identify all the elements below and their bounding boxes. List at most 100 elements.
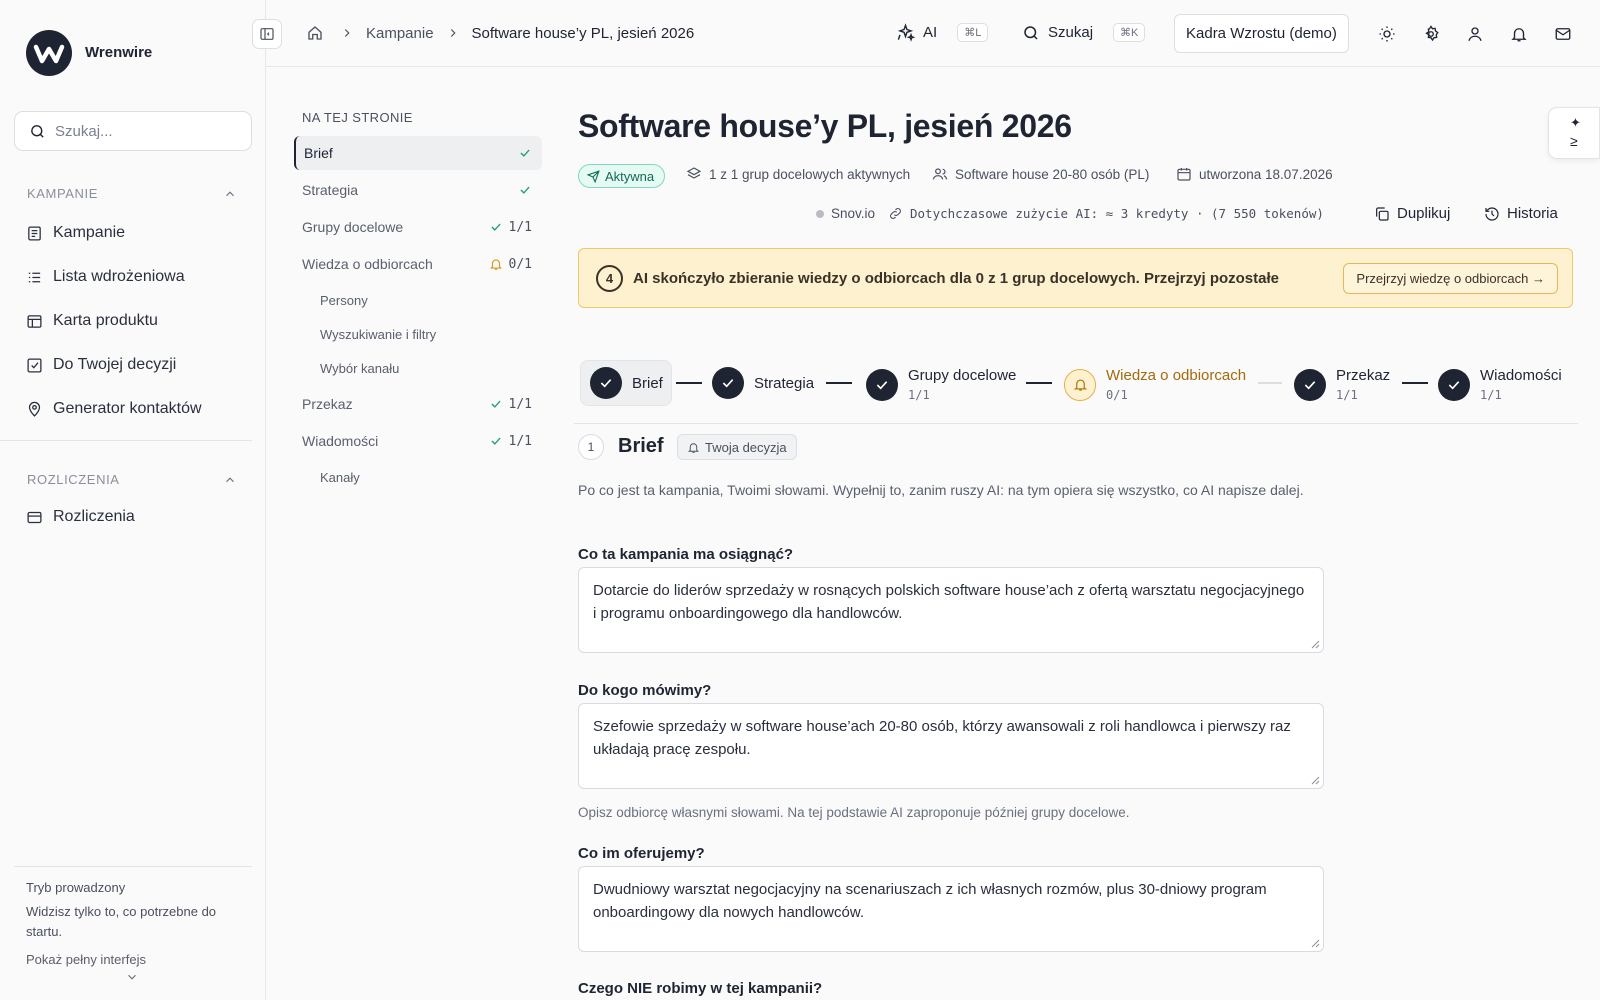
step-connector xyxy=(1026,382,1052,384)
meta-groups-text: 1 z 1 grup docelowych aktywnych xyxy=(709,166,911,182)
toc-status xyxy=(518,183,532,197)
mail-icon[interactable] xyxy=(1554,25,1572,43)
field-textarea[interactable]: Dotarcie do liderów sprzedaży w rosnącyc… xyxy=(578,567,1324,653)
step-count: 1/1 xyxy=(1480,388,1502,402)
sidebar-item-do-twojej-decyzji[interactable]: Do Twojej decyzji xyxy=(26,356,176,374)
resize-handle-icon[interactable] xyxy=(1310,775,1320,785)
toc-item[interactable]: Wybór kanału xyxy=(312,351,542,385)
toc-count: 0/1 xyxy=(508,256,532,272)
toc-item[interactable]: Grupy docelowe 1/1 xyxy=(294,210,542,244)
toc-item[interactable]: Strategia xyxy=(294,173,542,207)
step-count: 1/1 xyxy=(908,388,930,402)
ai-button[interactable]: AI ⌘L xyxy=(896,23,989,42)
chevron-right-icon xyxy=(344,29,350,37)
sidebar-toggle-icon xyxy=(260,28,274,40)
organization-switcher[interactable]: Kadra Wzrostu (demo) xyxy=(1174,14,1349,53)
step-connector xyxy=(1402,382,1428,384)
search-icon xyxy=(1024,25,1038,40)
toc-item[interactable]: Kanały xyxy=(312,460,542,494)
step-label: Strategia xyxy=(754,374,815,392)
link-icon xyxy=(890,208,901,219)
user-icon[interactable] xyxy=(1466,25,1484,43)
send-icon xyxy=(587,169,600,183)
ai-assistant-fab[interactable]: ✦ ≥ xyxy=(1548,107,1600,159)
step-circle xyxy=(866,368,898,401)
global-search-button[interactable]: Szukaj ⌘K xyxy=(1022,23,1146,42)
breadcrumb-kampanie[interactable]: Kampanie xyxy=(366,25,434,42)
meta-groups: 1 z 1 grup docelowych aktywnych xyxy=(686,166,910,182)
step-circle xyxy=(1294,368,1326,401)
check-icon xyxy=(1448,380,1460,389)
field-textarea[interactable]: Dwudniowy warsztat negocjacyjny na scena… xyxy=(578,866,1324,952)
breadcrumb: Kampanie Software house’y PL, jesień 202… xyxy=(306,24,694,42)
toc-count: 1/1 xyxy=(508,219,532,235)
sidebar: Wrenwire Szukaj... KAMPANIE Kampanie Lis… xyxy=(0,0,266,1000)
section-rozliczenia-header[interactable]: ROZLICZENIA xyxy=(27,472,237,487)
field-question: Co im oferujemy? xyxy=(578,845,705,862)
step-text: Wiedza o odbiorcach 0/1 xyxy=(1106,367,1246,402)
alert-text: AI skończyło zbieranie wiedzy o odbiorca… xyxy=(633,270,1279,287)
sidebar-item-generator-kontaktow[interactable]: Generator kontaktów xyxy=(26,400,202,418)
step-circle xyxy=(1064,368,1096,401)
sidebar-search-input[interactable]: Szukaj... xyxy=(14,111,252,151)
check-icon xyxy=(1304,380,1316,389)
check-icon xyxy=(520,186,530,194)
home-icon[interactable] xyxy=(306,24,324,42)
field-textarea[interactable]: Szefowie sprzedaży w software house’ach … xyxy=(578,703,1324,789)
sidebar-item-label: Lista wdrożeniowa xyxy=(53,268,185,285)
resize-handle-icon[interactable] xyxy=(1310,639,1320,649)
check-icon xyxy=(490,400,501,408)
collapse-sidebar-button[interactable] xyxy=(252,19,282,49)
gear-icon[interactable] xyxy=(1422,25,1440,43)
resize-handle-icon[interactable] xyxy=(1310,938,1320,948)
toc-item[interactable]: Brief xyxy=(294,136,542,170)
list-doc-icon xyxy=(28,225,41,241)
step-5[interactable]: Wiadomości 1/1 xyxy=(1438,367,1562,402)
step-0[interactable]: Brief xyxy=(590,367,663,399)
review-knowledge-button[interactable]: Przejrzyj wiedzę o odbiorcach → xyxy=(1343,263,1558,294)
step-1[interactable]: Strategia xyxy=(712,367,814,399)
sun-icon[interactable] xyxy=(1378,25,1396,43)
wrenwire-logo[interactable] xyxy=(26,30,72,76)
bell-icon[interactable] xyxy=(1510,25,1528,43)
toc-item[interactable]: Wyszukiwanie i filtry xyxy=(312,317,542,351)
check-icon xyxy=(490,223,501,231)
sidebar-item-karta-produktu[interactable]: Karta produktu xyxy=(26,312,158,330)
meta-segment: Software house 20-80 osób (PL) xyxy=(932,166,1149,182)
history-button[interactable]: Historia xyxy=(1484,205,1558,222)
ai-usage: Dotychczasowe zużycie AI: ≈ 3 kredyty · … xyxy=(888,206,1324,221)
duplicate-button[interactable]: Duplikuj xyxy=(1374,205,1450,222)
step-connector xyxy=(826,382,852,384)
step-3[interactable]: Wiedza o odbiorcach 0/1 xyxy=(1064,367,1246,402)
toc-item[interactable]: Przekaz 1/1 xyxy=(294,387,542,421)
step-circle xyxy=(590,367,622,399)
toc-status: 1/1 xyxy=(489,220,532,235)
section-kampanie-header[interactable]: KAMPANIE xyxy=(27,186,237,201)
sparkles-icon xyxy=(897,23,915,42)
field-value: Dwudniowy warsztat negocjacyjny na scena… xyxy=(593,881,1267,921)
layers-icon xyxy=(686,167,702,179)
meta-created-text: utworzona 18.07.2026 xyxy=(1199,166,1333,182)
show-full-interface-link[interactable]: Pokaż pełny interfejs xyxy=(26,950,246,970)
collapse-panel-icon: ≥ xyxy=(1570,133,1578,149)
sidebar-item-kampanie[interactable]: Kampanie xyxy=(26,224,125,242)
toc-item-label: Strategia xyxy=(302,182,359,198)
chevron-down-icon[interactable] xyxy=(125,970,139,984)
location-pin-icon xyxy=(28,401,41,417)
sidebar-item-lista-wdrozeniowa[interactable]: Lista wdrożeniowa xyxy=(26,268,185,286)
sidebar-item-rozliczenia[interactable]: Rozliczenia xyxy=(26,508,135,526)
sidebar-item-label: Rozliczenia xyxy=(53,508,135,525)
step-circle xyxy=(1438,368,1470,401)
step-4[interactable]: Przekaz 1/1 xyxy=(1294,367,1390,402)
toc-item-label: Wiadomości xyxy=(302,433,379,449)
toc-item[interactable]: Wiadomości 1/1 xyxy=(294,424,542,458)
step-label: Przekaz xyxy=(1336,367,1391,384)
toc-item[interactable]: Wiedza o odbiorcach 0/1 xyxy=(294,247,542,281)
toc-item[interactable]: Persony xyxy=(312,283,542,317)
step-connector xyxy=(1258,382,1282,384)
sidebar-item-label: Karta produktu xyxy=(53,312,158,329)
search-icon xyxy=(31,124,44,138)
bell-icon xyxy=(687,442,700,453)
integration-indicator: Snov.io xyxy=(816,206,875,221)
step-2[interactable]: Grupy docelowe 1/1 xyxy=(866,367,1016,402)
